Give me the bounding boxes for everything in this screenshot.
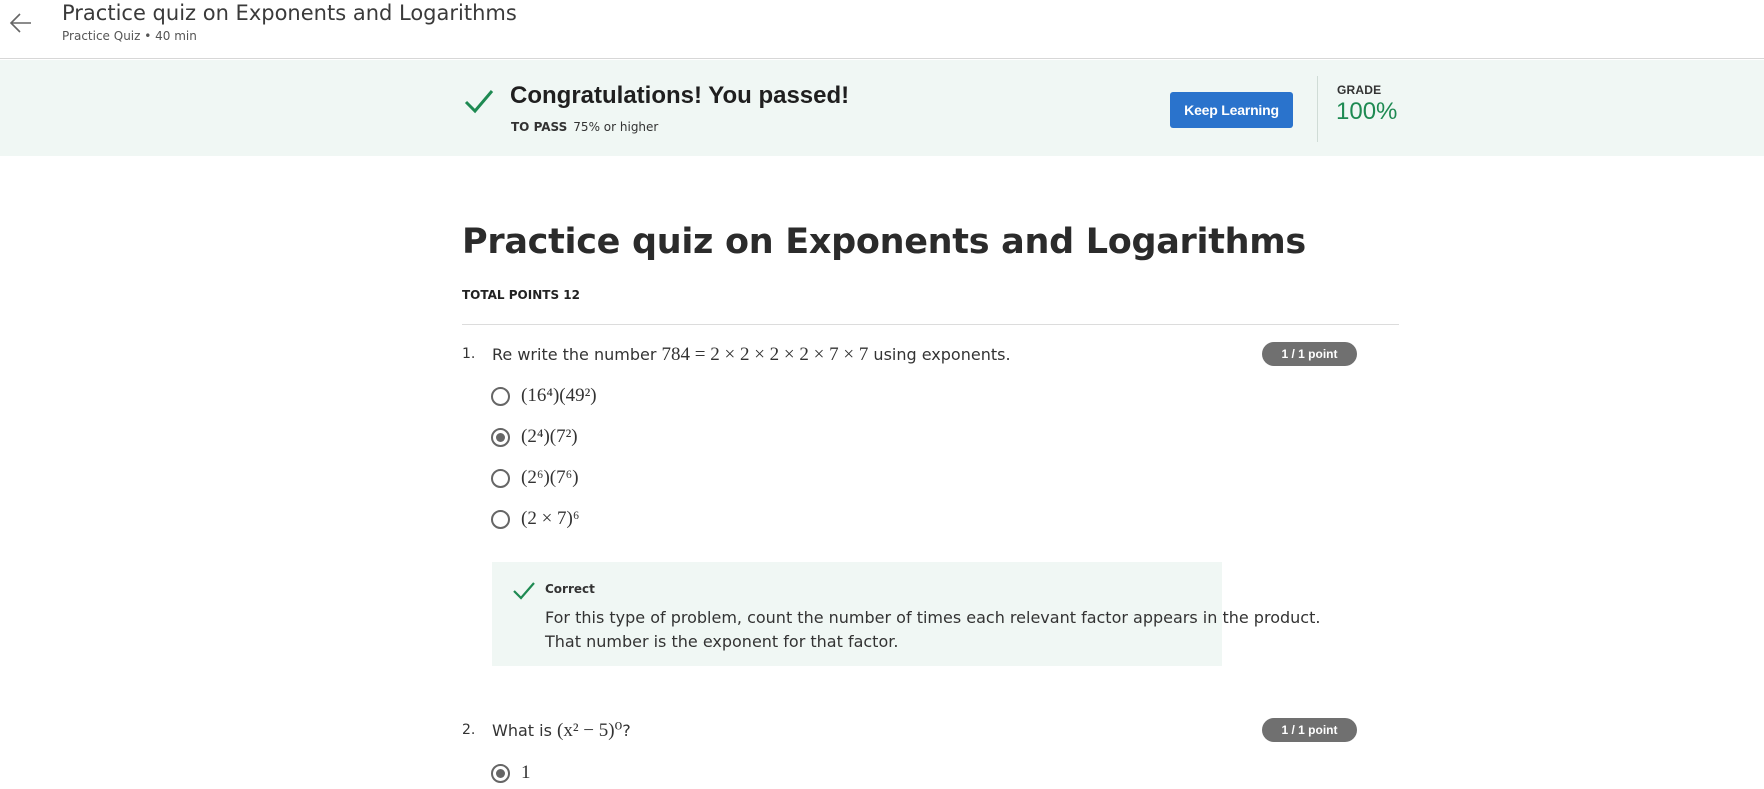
to-pass-info: TO PASS 75% or higher bbox=[511, 120, 658, 134]
keep-learning-button[interactable]: Keep Learning bbox=[1170, 92, 1293, 128]
question-math: (x² − 5)⁰ bbox=[557, 720, 623, 741]
option-label: (2⁴)(7²) bbox=[521, 426, 578, 447]
answer-option[interactable]: 1 bbox=[491, 762, 531, 784]
question-prefix: Re write the number bbox=[492, 345, 657, 364]
feedback-text: For this type of problem, count the numb… bbox=[545, 606, 1320, 654]
question-suffix: using exponents. bbox=[873, 345, 1011, 364]
feedback-line: For this type of problem, count the numb… bbox=[545, 608, 1321, 627]
radio-button[interactable] bbox=[491, 468, 510, 488]
option-label: (2⁶)(7⁶) bbox=[521, 467, 579, 488]
answer-option[interactable]: (2 × 7)⁶ bbox=[491, 508, 580, 530]
check-icon bbox=[464, 90, 494, 114]
option-label: (2 × 7)⁶ bbox=[521, 508, 580, 529]
radio-button[interactable] bbox=[491, 386, 510, 406]
divider bbox=[462, 324, 1399, 325]
pass-banner: Congratulations! You passed! TO PASS 75% … bbox=[0, 60, 1764, 156]
to-pass-label: TO PASS bbox=[511, 120, 568, 134]
banner-divider bbox=[1317, 76, 1318, 142]
radio-button-selected[interactable] bbox=[491, 427, 510, 447]
question-text: Re write the number 784 = 2 × 2 × 2 × 2 … bbox=[492, 344, 1011, 366]
total-points: TOTAL POINTS 12 bbox=[462, 288, 580, 302]
points-badge: 1 / 1 point bbox=[1262, 342, 1357, 366]
option-label: (16⁴)(49²) bbox=[521, 385, 597, 406]
question-text: What is (x² − 5)⁰? bbox=[492, 719, 631, 742]
radio-button[interactable] bbox=[491, 509, 510, 529]
question-math: 784 = 2 × 2 × 2 × 2 × 7 × 7 bbox=[661, 344, 869, 365]
feedback-title: Correct bbox=[545, 582, 595, 596]
question-number: 1. bbox=[462, 346, 476, 362]
question-suffix: ? bbox=[622, 721, 631, 740]
back-button[interactable] bbox=[4, 6, 38, 40]
question-prefix: What is bbox=[492, 721, 552, 740]
pass-message: Congratulations! You passed! bbox=[510, 82, 850, 109]
answer-option[interactable]: (16⁴)(49²) bbox=[491, 385, 597, 407]
top-header: Practice quiz on Exponents and Logarithm… bbox=[0, 0, 1764, 59]
points-badge: 1 / 1 point bbox=[1262, 718, 1357, 742]
header-title: Practice quiz on Exponents and Logarithm… bbox=[62, 1, 517, 25]
check-icon bbox=[513, 582, 535, 600]
answer-option[interactable]: (2⁶)(7⁶) bbox=[491, 467, 579, 489]
arrow-left-icon bbox=[9, 13, 31, 33]
grade-label: GRADE bbox=[1337, 83, 1382, 97]
feedback-line: That number is the exponent for that fac… bbox=[545, 632, 899, 651]
option-label: 1 bbox=[521, 762, 531, 783]
page-title: Practice quiz on Exponents and Logarithm… bbox=[462, 222, 1306, 262]
radio-button-selected[interactable] bbox=[491, 763, 510, 783]
to-pass-value: 75% or higher bbox=[573, 120, 659, 134]
feedback-box: Correct For this type of problem, count … bbox=[492, 562, 1320, 666]
header-subtitle: Practice Quiz • 40 min bbox=[62, 29, 197, 43]
answer-option[interactable]: (2⁴)(7²) bbox=[491, 426, 578, 448]
grade-value: 100% bbox=[1336, 98, 1398, 125]
question-number: 2. bbox=[462, 722, 476, 738]
